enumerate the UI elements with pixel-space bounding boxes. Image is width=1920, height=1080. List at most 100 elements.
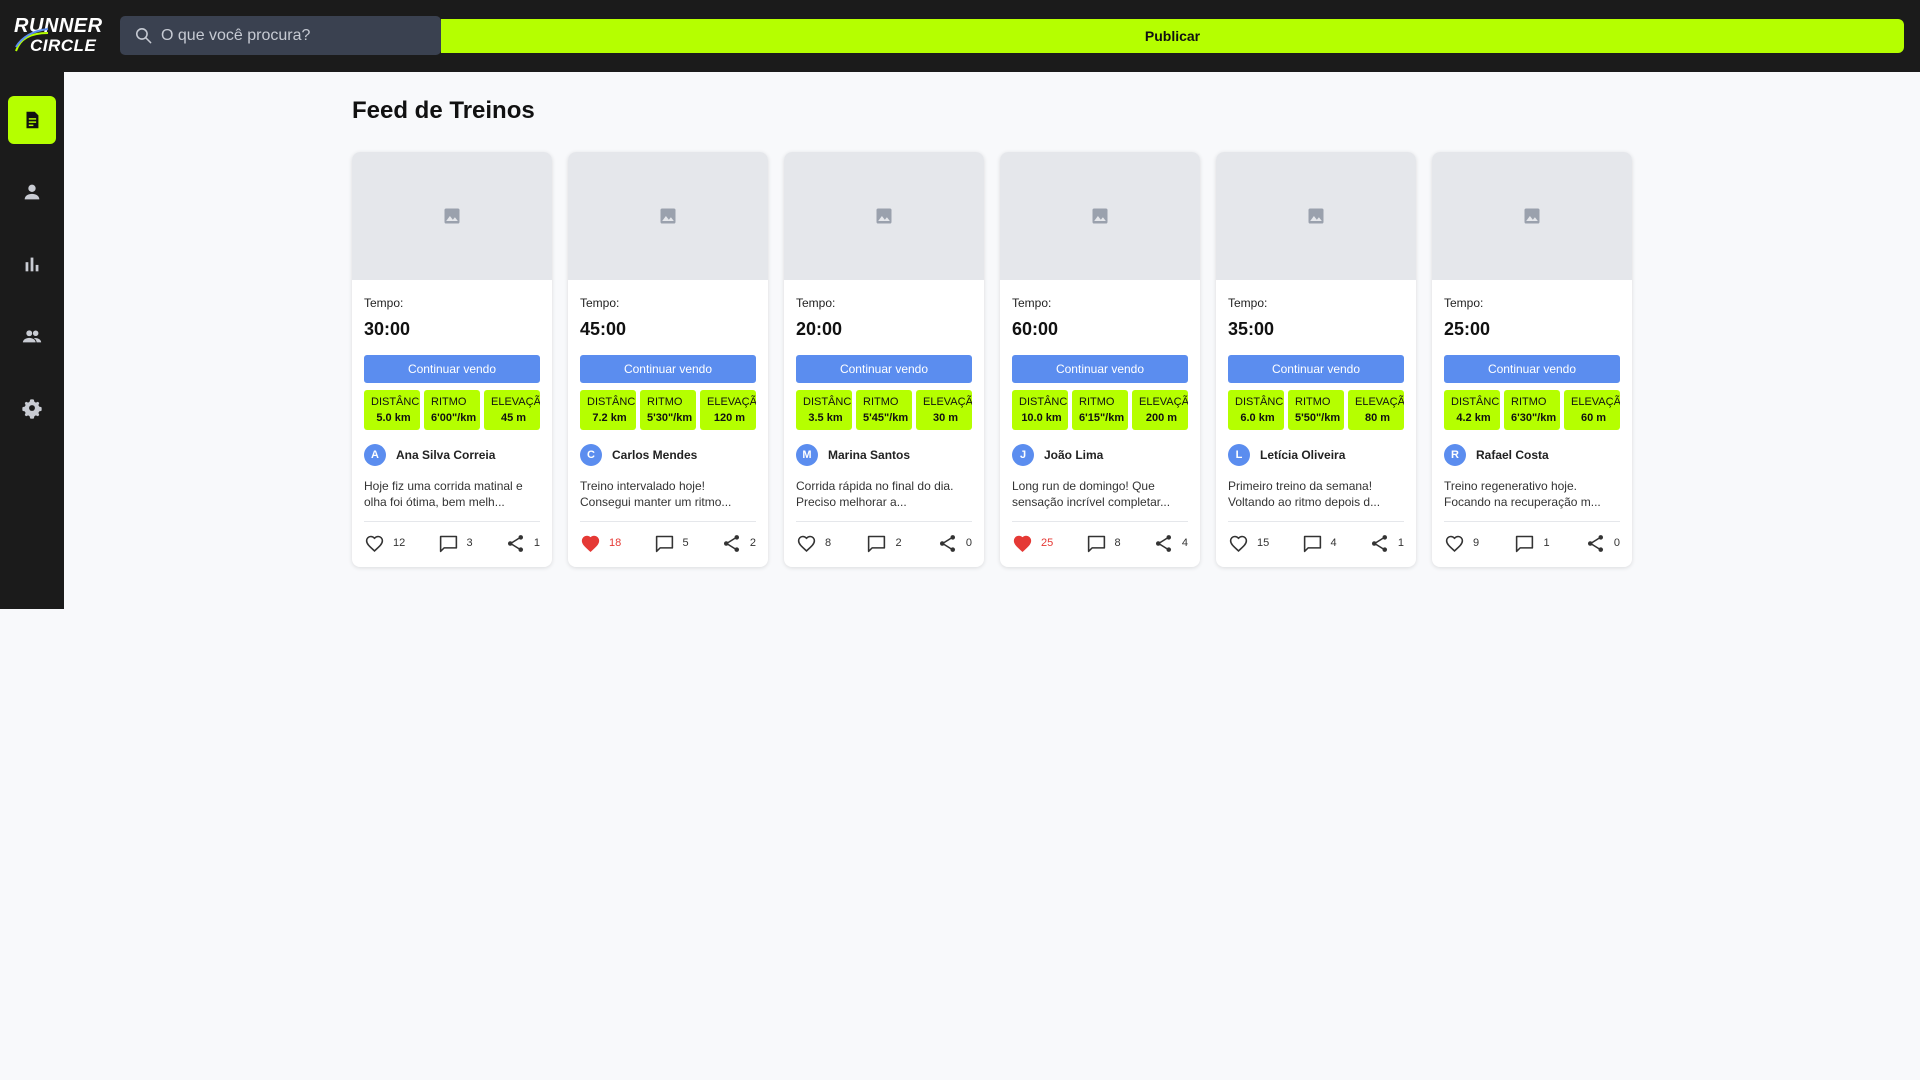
avatar[interactable]: R bbox=[1444, 444, 1466, 466]
share-button[interactable]: 0 bbox=[1585, 533, 1620, 554]
comment-button[interactable]: 4 bbox=[1302, 533, 1337, 554]
sidebar-item-feed[interactable] bbox=[8, 96, 56, 144]
author[interactable]: R Rafael Costa bbox=[1444, 444, 1620, 466]
elevation-label: ELEVAÇÃO bbox=[1355, 396, 1404, 408]
image-icon bbox=[1092, 208, 1108, 224]
like-button[interactable]: 8 bbox=[796, 533, 831, 554]
like-button[interactable]: 18 bbox=[580, 533, 621, 554]
workout-stats: DISTÂNCIA 10.0 km RITMO 6'15"/km ELEVAÇÃ… bbox=[1012, 390, 1200, 430]
pace-value: 6'30"/km bbox=[1511, 412, 1557, 424]
distance-stat: DISTÂNCIA 6.0 km bbox=[1228, 390, 1284, 430]
heart-icon bbox=[1445, 535, 1464, 552]
workout-stats: DISTÂNCIA 4.2 km RITMO 6'30"/km ELEVAÇÃO… bbox=[1444, 390, 1632, 430]
share-button[interactable]: 2 bbox=[721, 533, 756, 554]
card-actions: 25 8 4 bbox=[1012, 521, 1188, 555]
workout-card[interactable]: Tempo: 45:00 Continuar vendo DISTÂNCIA 7… bbox=[568, 152, 768, 567]
avatar[interactable]: A bbox=[364, 444, 386, 466]
time-value: 45:00 bbox=[580, 319, 627, 339]
comment-icon bbox=[1516, 535, 1534, 552]
card-actions: 15 4 1 bbox=[1228, 521, 1404, 555]
comment-button[interactable]: 2 bbox=[866, 533, 902, 554]
workout-card[interactable]: Tempo: 20:00 Continuar vendo DISTÂNCIA 3… bbox=[784, 152, 984, 567]
distance-label: DISTÂNCIA bbox=[371, 396, 420, 408]
workout-card[interactable]: Tempo: 35:00 Continuar vendo DISTÂNCIA 6… bbox=[1216, 152, 1416, 567]
like-button[interactable]: 25 bbox=[1012, 533, 1053, 554]
sidebar-item-stats[interactable] bbox=[8, 240, 56, 288]
card-actions: 9 1 0 bbox=[1444, 521, 1620, 555]
continue-viewing-button[interactable]: Continuar vendo bbox=[1012, 355, 1188, 383]
share-button[interactable]: 1 bbox=[505, 533, 540, 554]
heart-icon bbox=[1229, 535, 1248, 552]
share-button[interactable]: 0 bbox=[937, 533, 972, 554]
share-button[interactable]: 4 bbox=[1153, 533, 1188, 554]
like-count: 18 bbox=[609, 537, 622, 549]
comment-button[interactable]: 1 bbox=[1514, 533, 1550, 554]
card-actions: 12 3 1 bbox=[364, 521, 540, 555]
distance-value: 10.0 km bbox=[1021, 412, 1062, 424]
sidebar-item-profile[interactable] bbox=[8, 168, 56, 216]
like-count: 9 bbox=[1473, 537, 1480, 549]
workout-card[interactable]: Tempo: 25:00 Continuar vendo DISTÂNCIA 4… bbox=[1432, 152, 1632, 567]
author-name[interactable]: Marina Santos bbox=[828, 448, 910, 462]
workout-card[interactable]: Tempo: 60:00 Continuar vendo DISTÂNCIA 1… bbox=[1000, 152, 1200, 567]
workout-image-placeholder bbox=[352, 152, 552, 280]
comment-icon bbox=[1303, 535, 1321, 552]
share-icon bbox=[939, 534, 955, 552]
elevation-value: 80 m bbox=[1364, 412, 1391, 424]
author[interactable]: L Letícia Oliveira bbox=[1228, 444, 1404, 466]
share-icon bbox=[1155, 534, 1171, 552]
profile-icon bbox=[24, 184, 40, 200]
avatar[interactable]: J bbox=[1012, 444, 1034, 466]
elevation-stat: ELEVAÇÃO 200 m bbox=[1132, 390, 1188, 430]
pace-label: RITMO bbox=[647, 396, 683, 408]
sidebar-item-community[interactable] bbox=[8, 312, 56, 360]
workout-description: Treino intervalado hoje! Consegui manter… bbox=[580, 479, 732, 509]
author-name[interactable]: Carlos Mendes bbox=[612, 448, 697, 462]
author[interactable]: A Ana Silva Correia bbox=[364, 444, 540, 466]
comment-icon bbox=[868, 535, 886, 552]
continue-viewing-button[interactable]: Continuar vendo bbox=[580, 355, 756, 383]
like-button[interactable]: 12 bbox=[364, 533, 405, 554]
author[interactable]: J João Lima bbox=[1012, 444, 1188, 466]
author-name[interactable]: João Lima bbox=[1044, 448, 1103, 462]
like-button[interactable]: 15 bbox=[1228, 533, 1269, 554]
workout-image-placeholder bbox=[1432, 152, 1632, 280]
author-name[interactable]: Rafael Costa bbox=[1476, 448, 1549, 462]
sidebar-item-settings[interactable] bbox=[8, 384, 56, 432]
distance-stat: DISTÂNCIA 10.0 km bbox=[1012, 390, 1068, 430]
continue-viewing-button[interactable]: Continuar vendo bbox=[1228, 355, 1404, 383]
share-icon bbox=[723, 534, 739, 552]
workout-image-placeholder bbox=[784, 152, 984, 280]
search-bar[interactable] bbox=[120, 16, 441, 55]
comment-button[interactable]: 5 bbox=[654, 533, 689, 554]
distance-label: DISTÂNCIA bbox=[1019, 396, 1068, 408]
author-name[interactable]: Letícia Oliveira bbox=[1260, 448, 1345, 462]
settings-icon bbox=[22, 399, 42, 419]
workout-card[interactable]: Tempo: 30:00 Continuar vendo DISTÂNCIA 5… bbox=[352, 152, 552, 567]
continue-viewing-button[interactable]: Continuar vendo bbox=[1444, 355, 1620, 383]
publish-button[interactable]: Publicar bbox=[441, 19, 1904, 53]
card-actions: 18 5 2 bbox=[580, 521, 756, 555]
elevation-label: ELEVAÇÃO bbox=[491, 396, 540, 408]
top-bar: RUNNER CIRCLE Publicar bbox=[0, 0, 1920, 72]
continue-viewing-button[interactable]: Continuar vendo bbox=[796, 355, 972, 383]
comment-button[interactable]: 3 bbox=[438, 533, 473, 554]
elevation-label: ELEVAÇÃO bbox=[1139, 396, 1188, 408]
comment-button[interactable]: 8 bbox=[1086, 533, 1121, 554]
share-button[interactable]: 1 bbox=[1369, 533, 1404, 554]
continue-viewing-button[interactable]: Continuar vendo bbox=[364, 355, 540, 383]
author[interactable]: C Carlos Mendes bbox=[580, 444, 756, 466]
pace-label: RITMO bbox=[1079, 396, 1115, 408]
author[interactable]: M Marina Santos bbox=[796, 444, 972, 466]
avatar[interactable]: M bbox=[796, 444, 818, 466]
avatar[interactable]: C bbox=[580, 444, 602, 466]
elevation-stat: ELEVAÇÃO 120 m bbox=[700, 390, 756, 430]
author-name[interactable]: Ana Silva Correia bbox=[396, 448, 495, 462]
elevation-label: ELEVAÇÃO bbox=[1571, 396, 1620, 408]
runner-circle-logo[interactable]: RUNNER CIRCLE bbox=[14, 16, 108, 57]
search-input[interactable] bbox=[161, 26, 441, 45]
avatar[interactable]: L bbox=[1228, 444, 1250, 466]
distance-stat: DISTÂNCIA 5.0 km bbox=[364, 390, 420, 430]
comment-count: 3 bbox=[466, 537, 473, 549]
like-button[interactable]: 9 bbox=[1444, 533, 1479, 554]
